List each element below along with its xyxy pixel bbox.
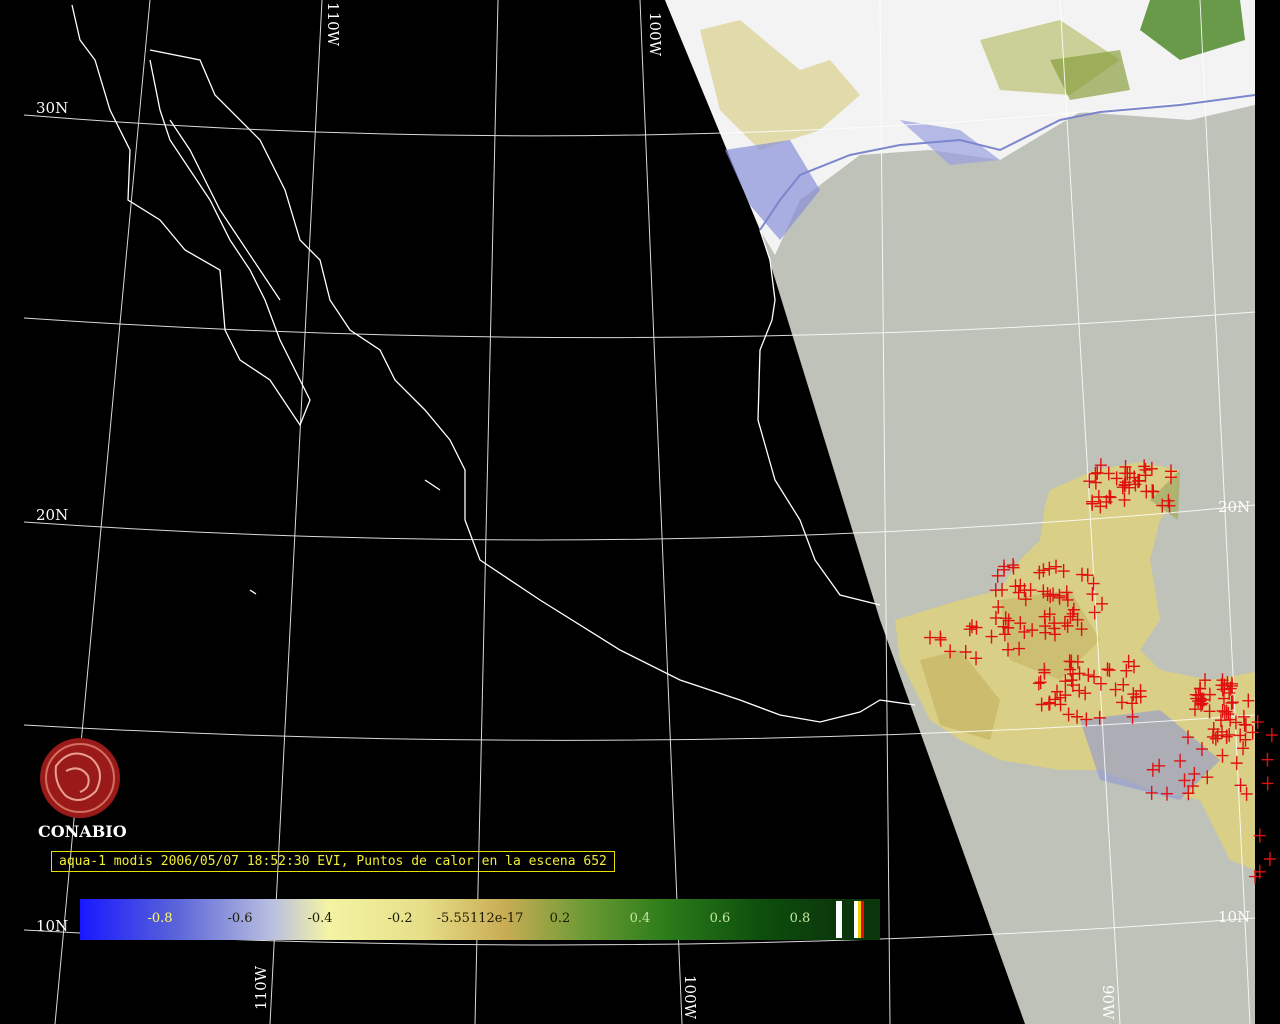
lat-label-10n-east: 10N xyxy=(1218,908,1250,926)
conabio-logo xyxy=(40,738,120,818)
lat-label-30n: 30N xyxy=(36,99,68,117)
colorbar-tick: 0.8 xyxy=(789,911,811,926)
colorbar-tick: -0.6 xyxy=(227,911,253,926)
lon-label-110w-top: 110W xyxy=(324,2,342,47)
colorbar-tick: -0.8 xyxy=(147,911,173,926)
organization-name: CONABIO xyxy=(38,822,127,841)
lon-label-110w-bottom: 110W xyxy=(252,965,270,1010)
lat-label-20n: 20N xyxy=(36,506,68,524)
colorbar-stripe-red xyxy=(861,901,864,938)
lon-label-90w-bottom: 90W xyxy=(1099,985,1117,1020)
colorbar-tick: -0.2 xyxy=(387,911,413,926)
colorbar-tick: 0.2 xyxy=(549,911,571,926)
colorbar-tick: 0.4 xyxy=(629,911,651,926)
lon-label-100w-bottom: 100W xyxy=(681,975,699,1020)
colorbar-tick: 0.6 xyxy=(709,911,731,926)
scene-caption: aqua-1 modis 2006/05/07 18:52:30 EVI, Pu… xyxy=(51,851,615,872)
colorbar-stripe-white xyxy=(836,901,842,938)
colorbar-tick: -0.4 xyxy=(307,911,333,926)
lon-label-100w-top: 100W xyxy=(646,12,664,57)
colorbar-tick: -5.55112e-17 xyxy=(436,911,524,926)
lat-label-10n: 10N xyxy=(36,917,68,935)
lat-label-20n-east: 20N xyxy=(1218,498,1250,516)
evi-colorbar: -0.8 -0.6 -0.4 -0.2 -5.55112e-17 0.2 0.4… xyxy=(80,899,880,940)
